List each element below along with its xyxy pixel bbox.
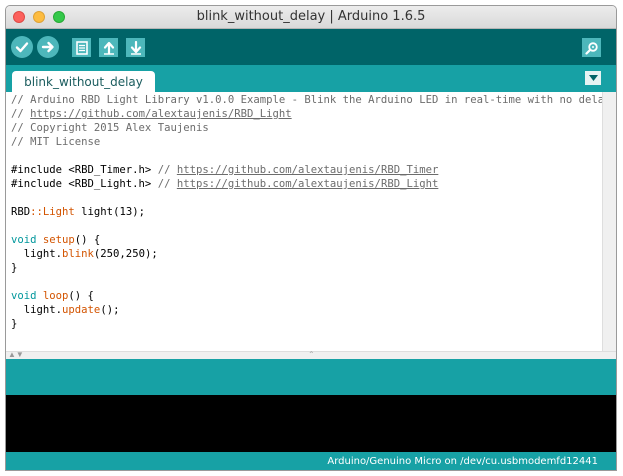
comment-marker: // xyxy=(157,178,177,190)
scroll-arrows-icon[interactable]: ▲▼ xyxy=(8,350,24,359)
message-area xyxy=(6,359,616,395)
include-directive: #include <RBD_Timer.h> xyxy=(11,164,158,176)
code-text[interactable]: // Arduino RBD Light Library v1.0.0 Exam… xyxy=(6,92,602,331)
open-sketch-button[interactable] xyxy=(99,38,118,57)
code-token: (); xyxy=(100,304,120,316)
code-token: Light xyxy=(42,206,75,218)
arrow-down-icon xyxy=(130,40,141,55)
include-directive: #include <RBD_Light.h> xyxy=(11,178,158,190)
save-sketch-button[interactable] xyxy=(126,38,145,57)
code-token: () { xyxy=(68,290,94,302)
serial-monitor-button[interactable] xyxy=(582,38,601,57)
code-editor[interactable]: // Arduino RBD Light Library v1.0.0 Exam… xyxy=(6,92,602,351)
vertical-scrollbar[interactable] xyxy=(602,92,616,351)
code-token: (250,250); xyxy=(93,248,158,260)
toolbar xyxy=(6,29,616,65)
document-icon xyxy=(75,40,88,55)
code-token: RBD xyxy=(11,206,31,218)
keyword: void xyxy=(11,290,37,302)
horizontal-scrollbar[interactable]: ▲▼ ⌃ xyxy=(6,350,616,359)
magnifier-icon xyxy=(584,41,598,55)
upload-button[interactable] xyxy=(37,36,59,58)
code-token: () { xyxy=(74,234,101,246)
code-link[interactable]: https://github.com/alextaujenis/RBD_Time… xyxy=(177,164,439,176)
window-title: blink_without_delay | Arduino 1.6.5 xyxy=(196,9,426,24)
board-port-status: Arduino/Genuino Micro on /dev/cu.usbmode… xyxy=(327,456,598,467)
tab-menu-button[interactable] xyxy=(585,71,601,85)
checkmark-icon xyxy=(15,42,29,53)
keyword: void xyxy=(11,234,37,246)
code-token: light(13); xyxy=(74,206,145,218)
comment-marker: // xyxy=(157,164,177,176)
tab-bar: blink_without_delay xyxy=(6,65,616,92)
code-token: } xyxy=(11,318,18,330)
function-name: blink xyxy=(62,248,94,260)
code-token: light. xyxy=(11,248,63,260)
code-link[interactable]: https://github.com/alextaujenis/RBD_Ligh… xyxy=(177,178,439,190)
function-name: update xyxy=(62,304,101,316)
ide-window: blink_without_delay | Arduino 1.6.5 blin… xyxy=(5,5,617,471)
title-bar: blink_without_delay | Arduino 1.6.5 xyxy=(6,6,616,29)
triangle-down-icon xyxy=(588,75,598,81)
console-output[interactable] xyxy=(6,395,616,452)
verify-button[interactable] xyxy=(11,36,33,58)
code-token: } xyxy=(11,262,18,274)
comment-line: // MIT License xyxy=(11,136,101,148)
function-name: setup xyxy=(42,234,75,246)
status-bar: Arduino/Genuino Micro on /dev/cu.usbmode… xyxy=(6,452,616,470)
function-name: loop xyxy=(42,290,69,302)
code-token: :: xyxy=(30,206,43,218)
resize-grip-icon[interactable]: ⌃ xyxy=(308,350,315,359)
new-sketch-button[interactable] xyxy=(72,38,91,57)
arrow-up-icon xyxy=(103,41,114,55)
comment-line: // xyxy=(11,108,31,120)
comment-line: // Copyright 2015 Alex Taujenis xyxy=(11,122,209,134)
arrow-right-icon xyxy=(41,41,54,53)
code-link[interactable]: https://github.com/alextaujenis/RBD_Ligh… xyxy=(30,108,292,120)
tab-blink-without-delay[interactable]: blink_without_delay xyxy=(12,71,155,92)
code-token: light. xyxy=(11,304,63,316)
comment-line: // Arduino RBD Light Library v1.0.0 Exam… xyxy=(11,94,602,106)
